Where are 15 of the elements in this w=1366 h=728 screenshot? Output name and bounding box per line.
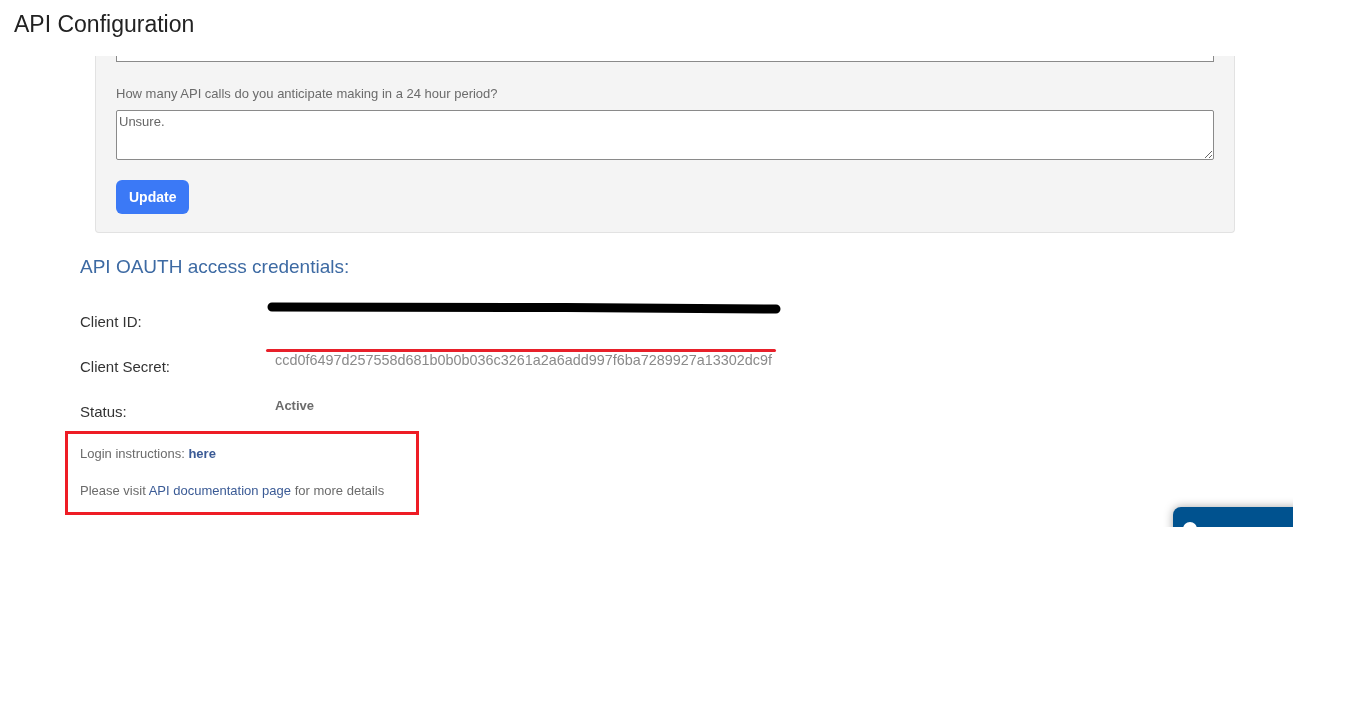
credential-label: Status: bbox=[80, 402, 128, 421]
update-button[interactable]: Update bbox=[116, 180, 190, 214]
credentials-heading: API OAUTH access credentials: bbox=[80, 255, 351, 279]
client-secret-value: ccd0f6497d257558d681b0b0b036c3261a2a6add997f6ba7289927a13302dc9f bbox=[275, 353, 772, 368]
page-title: API Configuration bbox=[14, 10, 195, 39]
documentation-text: Please visit API documentation page for more details bbox=[80, 482, 386, 499]
here-link[interactable]: here bbox=[188, 446, 216, 461]
question-label: How many API calls do you anticipate making in a 24 hour period? bbox=[116, 86, 499, 102]
answer-field[interactable]: Unsure. bbox=[116, 110, 1214, 160]
status-value: Active bbox=[275, 397, 315, 415]
credential-label: Client Secret: bbox=[80, 357, 172, 376]
api-documentation-link[interactable]: API documentation page bbox=[148, 483, 292, 498]
credential-label: Client ID: bbox=[80, 312, 143, 331]
login-instructions-text: Login instructions: here bbox=[80, 445, 217, 462]
textarea-field[interactable] bbox=[116, 56, 1214, 62]
